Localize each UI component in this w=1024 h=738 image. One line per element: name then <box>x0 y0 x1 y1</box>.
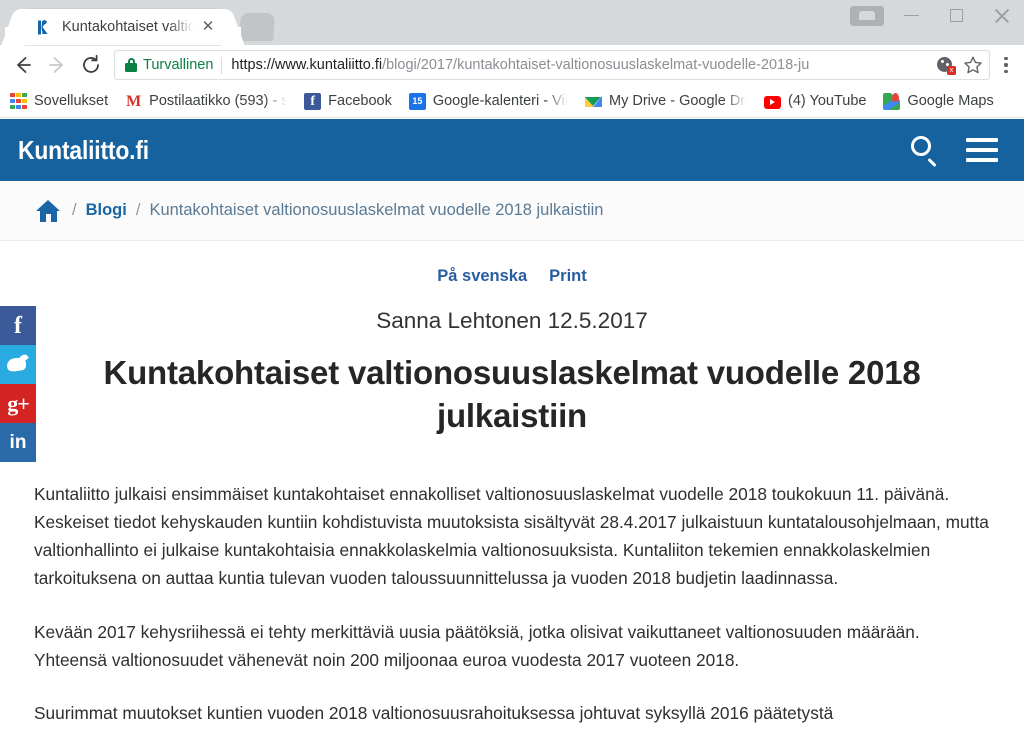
bookmark-google-kalenteri[interactable]: 15 Google-kalenteri - Vii <box>408 92 568 110</box>
article-byline: Sanna Lehtonen 12.5.2017 <box>376 308 648 333</box>
browser-tab[interactable]: Kuntakohtaiset valtionos ✕ <box>1 9 245 45</box>
url-host: https://www.kuntaliitto.fi <box>231 57 383 73</box>
article-paragraph: Suurimmat muutokset kuntien vuoden 2018 … <box>34 702 834 723</box>
browser-window: Kuntakohtaiset valtionos ✕ <box>0 0 1024 738</box>
bookmark-youtube[interactable]: (4) YouTube <box>763 93 867 109</box>
site-header: Kuntaliitto.fi <box>0 119 1024 181</box>
cookie-blocked-badge: x <box>947 66 956 75</box>
reload-icon[interactable] <box>74 48 108 82</box>
google-drive-icon <box>584 93 602 110</box>
site-logo[interactable]: Kuntaliitto.fi <box>18 135 149 166</box>
article: Sanna Lehtonen 12.5.2017 Kuntakohtaiset … <box>0 308 1024 727</box>
share-googleplus-button[interactable]: g+ <box>0 384 36 423</box>
tab-close-icon[interactable]: ✕ <box>198 17 218 37</box>
article-paragraph: Kevään 2017 kehysriihessä ei tehty merki… <box>34 621 920 670</box>
bookmark-label: Google Maps <box>907 93 994 109</box>
page-viewport: Kuntaliitto.fi / Blogi / Kuntakohtaiset … <box>0 119 1024 738</box>
search-icon <box>910 135 940 168</box>
facebook-icon: f <box>304 92 322 110</box>
browser-extra-button[interactable] <box>844 0 889 31</box>
site-search-button[interactable] <box>910 135 940 168</box>
share-twitter-button[interactable] <box>0 345 36 384</box>
address-bar[interactable]: Turvallinen https://www.kuntaliitto.fi/b… <box>114 50 990 80</box>
gmail-icon: M <box>126 92 142 110</box>
window-controls <box>844 0 1024 31</box>
window-close-button[interactable] <box>979 0 1024 31</box>
bookmark-label: Facebook <box>328 93 392 109</box>
social-share-rail: f g+ in <box>0 306 36 462</box>
page-title: Kuntakohtaiset valtionosuuslaskelmat vuo… <box>103 354 921 434</box>
breadcrumb-separator: / <box>72 201 77 219</box>
google-maps-icon <box>883 92 901 110</box>
bookmark-label: (4) YouTube <box>787 93 867 109</box>
bookmark-facebook[interactable]: f Facebook <box>304 92 392 110</box>
hamburger-menu-icon <box>966 138 998 162</box>
bookmark-my-drive[interactable]: My Drive - Google Dri <box>584 93 747 110</box>
lock-icon <box>125 58 137 72</box>
tab-title: Kuntakohtaiset valtionos <box>62 19 198 35</box>
apps-grid-icon <box>10 92 27 110</box>
browser-toolbar: Turvallinen https://www.kuntaliitto.fi/b… <box>0 45 1024 85</box>
new-tab-button[interactable] <box>239 13 275 41</box>
breadcrumb-item-current: Kuntakohtaiset valtionosuuslaskelmat vuo… <box>149 201 604 219</box>
youtube-icon <box>763 95 781 109</box>
back-arrow-icon[interactable] <box>6 48 40 82</box>
linkedin-icon: in <box>9 432 27 453</box>
window-minimize-button[interactable] <box>889 0 934 31</box>
home-icon[interactable] <box>36 199 60 222</box>
url-text: https://www.kuntaliitto.fi/blogi/2017/ku… <box>231 57 931 73</box>
browser-menu-icon[interactable] <box>996 55 1016 75</box>
bookmark-google-maps[interactable]: Google Maps <box>883 92 994 110</box>
security-status-label: Turvallinen <box>143 57 214 73</box>
facebook-icon: f <box>14 312 22 339</box>
bookmark-star-icon[interactable] <box>963 55 983 75</box>
bookmark-label: Sovellukset <box>34 93 109 109</box>
window-maximize-button[interactable] <box>934 0 979 31</box>
url-path: /blogi/2017/kuntakohtaiset-valtionosuusl… <box>382 57 810 73</box>
bookmark-label: Postilaatikko (593) - s <box>149 93 288 109</box>
twitter-icon <box>7 356 29 374</box>
site-menu-button[interactable] <box>966 138 998 162</box>
kuntaliitto-k-favicon <box>36 19 53 36</box>
article-body: Kuntaliitto julkaisi ensimmäiset kuntako… <box>34 480 990 727</box>
utility-links: På svenska Print <box>0 241 1024 286</box>
share-facebook-button[interactable]: f <box>0 306 36 345</box>
omnibox-divider <box>221 56 223 74</box>
bookmark-postilaatikko[interactable]: M Postilaatikko (593) - s <box>125 93 287 110</box>
bookmark-apps[interactable]: Sovellukset <box>10 92 109 110</box>
cookie-blocked-button[interactable]: x <box>937 56 956 75</box>
tab-left-curve <box>1 9 41 45</box>
bookmarks-bar: Sovellukset M Postilaatikko (593) - s f … <box>0 85 1024 118</box>
forward-arrow-icon <box>40 48 74 82</box>
google-calendar-icon: 15 <box>408 92 426 110</box>
link-print[interactable]: Print <box>549 267 587 286</box>
link-pa-svenska[interactable]: På svenska <box>437 267 527 286</box>
share-linkedin-button[interactable]: in <box>0 423 36 462</box>
article-paragraph: Kuntaliitto julkaisi ensimmäiset kuntako… <box>34 483 989 589</box>
bookmark-label: Google-kalenteri - Vii <box>432 93 568 109</box>
breadcrumb-item-blogi[interactable]: Blogi <box>86 201 127 220</box>
breadcrumb: / Blogi / Kuntakohtaiset valtionosuuslas… <box>0 181 1024 241</box>
googleplus-icon: g+ <box>7 390 30 416</box>
bookmark-label: My Drive - Google Dri <box>608 93 747 109</box>
tab-strip: Kuntakohtaiset valtionos ✕ <box>0 0 1024 45</box>
breadcrumb-separator: / <box>135 201 141 219</box>
